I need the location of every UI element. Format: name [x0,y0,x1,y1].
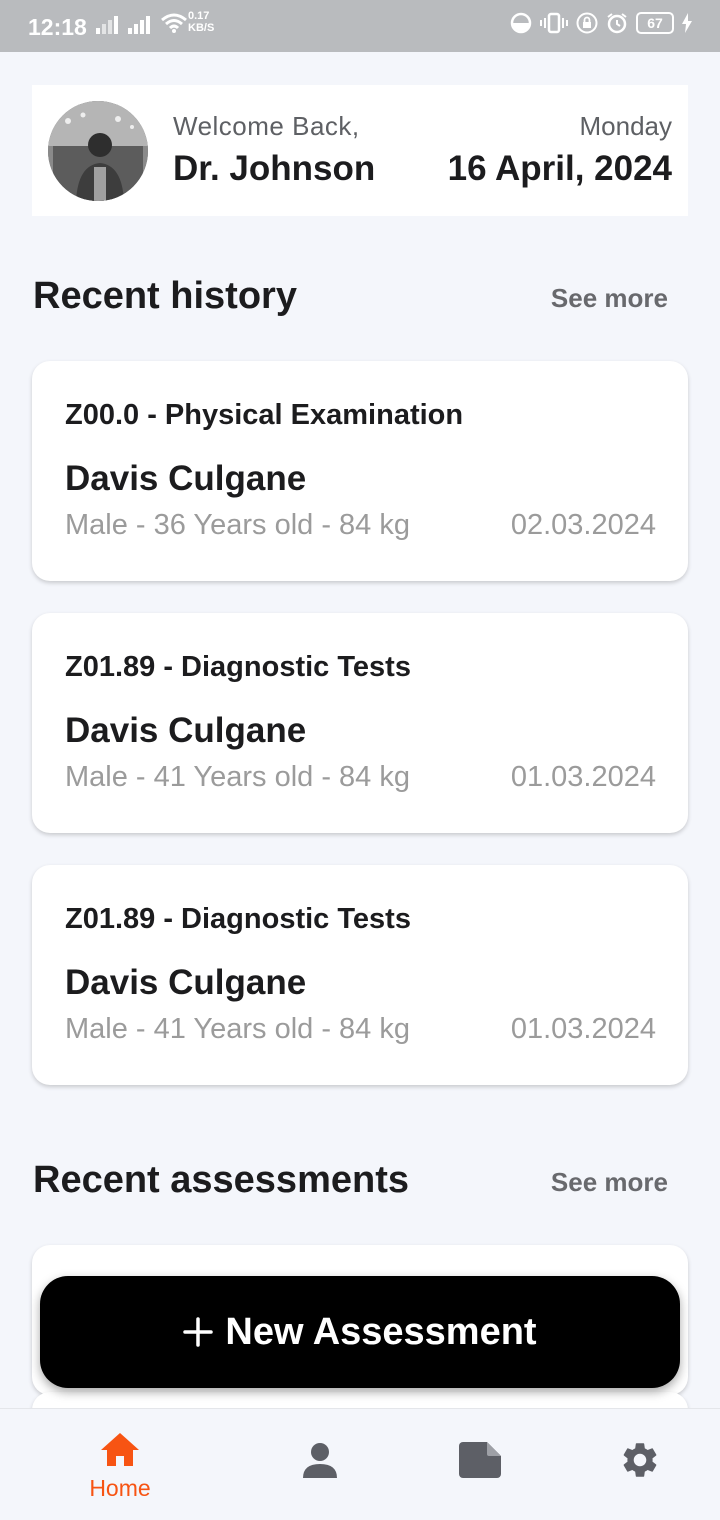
signal-icon [96,16,118,34]
status-right-icons: 67 [510,12,692,34]
history-card[interactable]: Z01.89 - Diagnostic Tests Davis Culgane … [32,613,688,833]
visit-date: 01.03.2024 [510,1013,656,1045]
signal-icons [96,12,188,34]
vibrate-icon [540,12,568,34]
signal-icon-2 [128,16,150,34]
history-card[interactable]: Z00.0 - Physical Examination Davis Culga… [32,361,688,581]
nav-home[interactable]: Home [60,1409,180,1520]
recent-assessments-see-more[interactable]: See more [551,1167,668,1198]
avatar[interactable] [48,101,148,201]
patient-name: Davis Culgane [65,459,307,498]
current-date: 16 April, 2024 [447,149,672,188]
status-bar: 12:18 0.17 KB/S 67 [0,0,720,52]
patient-details: Male - 41 Years old - 84 kg [65,1013,410,1045]
home-icon [101,1433,139,1466]
welcome-text: Welcome Back, [173,111,360,141]
diagnosis-code: Z01.89 - Diagnostic Tests [65,903,411,935]
doctor-name: Dr. Johnson [173,149,376,188]
history-card[interactable]: Z01.89 - Diagnostic Tests Davis Culgane … [32,865,688,1085]
welcome-header: Welcome Back, Dr. Johnson Monday 16 Apri… [32,85,688,216]
person-icon [303,1443,337,1478]
recent-history-see-more[interactable]: See more [551,283,668,314]
avatar-photo [48,101,148,201]
wifi-icon [161,13,187,33]
recent-history-title: Recent history [33,275,297,317]
charging-icon [682,13,692,33]
patient-details: Male - 36 Years old - 84 kg [65,509,410,541]
diagnosis-code: Z00.0 - Physical Examination [65,399,464,431]
network-speed: 0.17 KB/S [188,10,215,34]
diagnosis-code: Z01.89 - Diagnostic Tests [65,651,411,683]
lock-icon [576,12,598,34]
plus-icon [183,1317,214,1347]
patient-name: Davis Culgane [65,711,307,750]
visit-date: 02.03.2024 [510,509,656,541]
document-icon [459,1442,501,1478]
patient-name: Davis Culgane [65,963,307,1002]
gear-icon [623,1443,657,1477]
status-time: 12:18 [28,14,87,40]
alarm-icon [607,13,627,34]
new-assessment-label: New Assessment [225,1310,537,1353]
nav-documents[interactable] [420,1409,540,1520]
nav-home-label: Home [89,1475,151,1501]
bottom-navigation: Home [0,1408,720,1520]
visit-date: 01.03.2024 [510,761,656,793]
weekday: Monday [579,111,673,141]
nav-settings[interactable] [580,1409,700,1520]
recent-assessments-title: Recent assessments [33,1159,409,1201]
new-assessment-button[interactable]: New Assessment [40,1276,680,1388]
nav-profile[interactable] [260,1409,380,1520]
data-saver-icon [510,12,532,34]
battery-indicator: 67 [636,12,674,34]
patient-details: Male - 41 Years old - 84 kg [65,761,410,793]
